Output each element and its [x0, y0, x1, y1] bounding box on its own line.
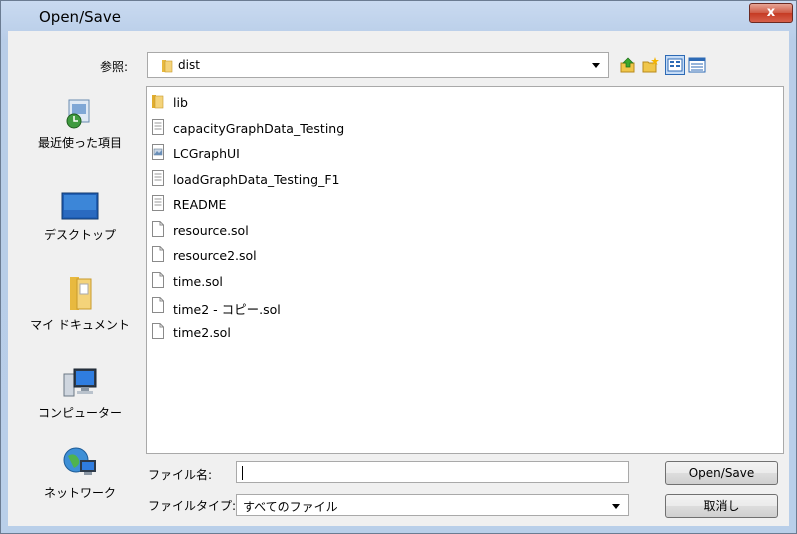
- file-name: loadGraphData_Testing_F1: [173, 171, 340, 187]
- place-label: マイ ドキュメント: [30, 318, 130, 332]
- network-icon: [63, 447, 96, 475]
- place-label: 最近使った項目: [37, 136, 122, 150]
- place-recent[interactable]: 最近使った項目: [25, 96, 135, 151]
- places-bar: 最近使った項目 デスクトップ マイ ドキュメント コンピューター ネットワーク: [25, 82, 135, 512]
- place-network[interactable]: ネットワーク: [25, 446, 135, 501]
- cancel-button[interactable]: 取消し: [665, 494, 778, 518]
- close-button[interactable]: x: [749, 3, 793, 23]
- view-list-icon[interactable]: [665, 55, 685, 75]
- folder-icon: [151, 93, 165, 112]
- open-save-button[interactable]: Open/Save: [665, 461, 778, 485]
- place-documents[interactable]: マイ ドキュメント: [25, 274, 135, 333]
- up-folder-icon[interactable]: [619, 56, 637, 74]
- file-name: resource.sol: [173, 222, 249, 238]
- file-name: time.sol: [173, 273, 223, 289]
- lookin-dropdown[interactable]: dist: [147, 52, 609, 78]
- computer-icon: [63, 368, 97, 397]
- file-name: resource2.sol: [173, 248, 257, 263]
- filetype-dropdown[interactable]: すべてのファイル: [236, 494, 629, 516]
- close-icon: x: [766, 5, 776, 20]
- window-title: Open/Save: [39, 8, 121, 26]
- filename-input[interactable]: [236, 461, 629, 483]
- lookin-value: dist: [178, 58, 200, 72]
- file-name: lib: [173, 95, 188, 110]
- place-computer[interactable]: コンピューター: [25, 366, 135, 421]
- place-desktop[interactable]: デスクトップ: [25, 192, 135, 243]
- image-file-icon: [151, 144, 165, 163]
- file-icon: [151, 246, 165, 265]
- place-label: ネットワーク: [43, 486, 116, 500]
- desktop-icon: [61, 192, 99, 220]
- file-name: time2.sol: [173, 324, 231, 340]
- filetype-value: すべてのファイル: [243, 500, 338, 514]
- file-name: time2 - コピー.sol: [173, 302, 281, 317]
- file-icon: [151, 220, 165, 240]
- new-folder-icon[interactable]: [641, 56, 659, 74]
- file-name: README: [173, 197, 227, 212]
- chevron-down-icon[interactable]: [592, 63, 600, 68]
- text-file-icon: [151, 118, 165, 138]
- text-file-icon: [151, 169, 165, 189]
- file-icon: [151, 297, 165, 316]
- place-label: コンピューター: [37, 406, 122, 420]
- chevron-down-icon[interactable]: [612, 504, 620, 509]
- title-bar[interactable]: Open/Save x: [1, 1, 796, 31]
- folder-icon: [162, 60, 173, 73]
- place-label: デスクトップ: [43, 228, 116, 242]
- filetype-label: ファイルタイプ:: [148, 499, 237, 513]
- file-name: capacityGraphData_Testing: [173, 120, 345, 136]
- view-details-icon[interactable]: [688, 56, 706, 74]
- text-caret: [242, 466, 243, 480]
- documents-icon: [70, 277, 92, 310]
- file-name: LCGraphUI: [173, 146, 240, 161]
- text-file-icon: [151, 195, 165, 214]
- file-icon: [151, 322, 165, 342]
- file-list[interactable]: lib capacityGraphData_Testing LCGraphUI loa…: [146, 86, 784, 454]
- filename-label: ファイル名:: [148, 468, 213, 482]
- lookin-label: 参照:: [100, 60, 129, 74]
- recent-items-icon: [66, 99, 90, 129]
- file-icon: [151, 271, 165, 291]
